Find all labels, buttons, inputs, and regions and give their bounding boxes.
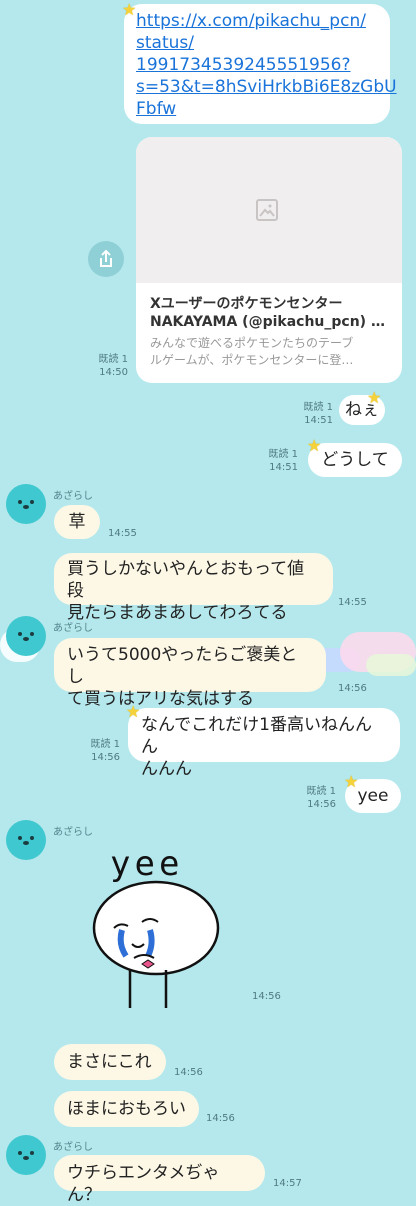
message-text-line: て買うはアリな気はする	[67, 689, 254, 709]
message-text-line: いうて5000やったらご褒美とし	[67, 645, 298, 687]
message-text-line: 見たらまあまあしてわろてる	[67, 603, 288, 623]
message-bubble-incoming[interactable]: 買うしかないやんとおもって値段 見たらまあまあしてわろてる	[54, 553, 333, 623]
read-label: 既読 1	[98, 354, 128, 365]
sender-name: あざらし	[53, 491, 93, 502]
message-text: 草	[68, 512, 86, 532]
crying-character-icon	[92, 880, 220, 1008]
message-bubble-outgoing[interactable]: どうして	[308, 443, 402, 477]
read-receipt: 既読 1 14:56	[72, 738, 120, 764]
read-label: 既読 1	[90, 739, 120, 750]
star-icon: ★	[367, 388, 382, 407]
timestamp: 14:56	[338, 683, 367, 694]
share-button[interactable]	[88, 241, 124, 277]
seal-avatar-icon[interactable]	[6, 1135, 46, 1175]
star-icon: ★	[307, 436, 322, 455]
message-text-line: 買うしかないやんとおもって値段	[67, 559, 305, 601]
seal-avatar-icon[interactable]	[6, 616, 46, 656]
timestamp: 14:51	[304, 415, 333, 426]
timestamp: 14:56	[174, 1067, 203, 1078]
timestamp: 14:55	[108, 528, 137, 539]
link-url-line[interactable]: 1991734539245551956?	[136, 54, 378, 76]
message-text: どうして	[321, 450, 389, 470]
read-receipt: 既読 1 14:51	[250, 448, 298, 474]
message-bubble-incoming[interactable]: いうて5000やったらご褒美とし て買うはアリな気はする	[54, 638, 326, 709]
seal-avatar-icon[interactable]	[6, 484, 46, 524]
star-icon: ★	[126, 702, 141, 721]
preview-description: みんなで遊べるポケモンたちのテーブ ルゲームが、ポケモンセンターに登…	[150, 335, 396, 369]
background-cloud	[366, 654, 416, 676]
read-receipt: 既読 1 14:51	[285, 401, 333, 427]
read-label: 既読 1	[303, 402, 333, 413]
read-label: 既読 1	[306, 786, 336, 797]
timestamp: 14:56	[252, 991, 281, 1002]
sticker[interactable]: yee	[84, 840, 234, 1010]
star-icon: ★	[344, 772, 359, 791]
message-text: ウチらエンタメぢゃん？	[67, 1163, 220, 1205]
image-placeholder-icon	[256, 199, 278, 221]
preview-description-line: ルゲームが、ポケモンセンターに登…	[150, 353, 354, 367]
message-bubble-incoming[interactable]: ほまにおもろい	[54, 1091, 199, 1127]
read-receipt: 既読 1 14:50	[78, 353, 128, 379]
sender-name: あざらし	[53, 827, 93, 838]
sender-name: あざらし	[53, 1142, 93, 1153]
share-icon	[100, 249, 112, 267]
message-text: まさにこれ	[67, 1052, 152, 1072]
preview-image-placeholder	[136, 137, 402, 283]
sender-name: あざらし	[53, 623, 93, 634]
read-label: 既読 1	[268, 449, 298, 460]
timestamp: 14:56	[307, 799, 336, 810]
preview-title: Xユーザーのポケモンセンター NAKAYAMA (@pikachu_pcn) …	[150, 295, 390, 331]
link-url-line[interactable]: Fbfw	[136, 98, 378, 120]
timestamp: 14:51	[269, 462, 298, 473]
star-icon: ★	[122, 0, 137, 19]
link-url-line[interactable]: s=53&t=8hSviHrkbBi6E8zGbU	[136, 76, 397, 98]
message-bubble-incoming[interactable]: まさにこれ	[54, 1044, 166, 1080]
timestamp: 14:57	[273, 1178, 302, 1189]
preview-description-line: みんなで遊べるポケモンたちのテーブ	[150, 336, 354, 350]
timestamp: 14:55	[338, 597, 367, 608]
timestamp: 14:56	[206, 1113, 235, 1124]
seal-avatar-icon[interactable]	[6, 820, 46, 860]
link-preview-card[interactable]: Xユーザーのポケモンセンター NAKAYAMA (@pikachu_pcn) ……	[136, 137, 402, 383]
preview-title-line: NAKAYAMA (@pikachu_pcn) …	[150, 314, 385, 330]
link-url-line[interactable]: https://x.com/pikachu_pcn/	[136, 10, 378, 32]
link-message-bubble[interactable]: https://x.com/pikachu_pcn/ status/ 19917…	[124, 4, 397, 124]
read-receipt: 既読 1 14:56	[288, 785, 336, 811]
message-bubble-incoming[interactable]: 草	[54, 505, 100, 539]
timestamp: 14:56	[91, 752, 120, 763]
message-bubble-incoming[interactable]: ウチらエンタメぢゃん？	[54, 1155, 265, 1205]
preview-title-line: Xユーザーのポケモンセンター	[150, 296, 343, 312]
message-text: ほまにおもろい	[67, 1099, 186, 1119]
message-text: yee	[357, 786, 389, 806]
timestamp: 14:50	[99, 367, 128, 378]
message-bubble-outgoing[interactable]: なんでこれだけ1番高いねんんん んんん	[128, 708, 400, 779]
message-text-line: なんでこれだけ1番高いねんんん	[141, 715, 372, 757]
link-url-line[interactable]: status/	[136, 32, 378, 54]
